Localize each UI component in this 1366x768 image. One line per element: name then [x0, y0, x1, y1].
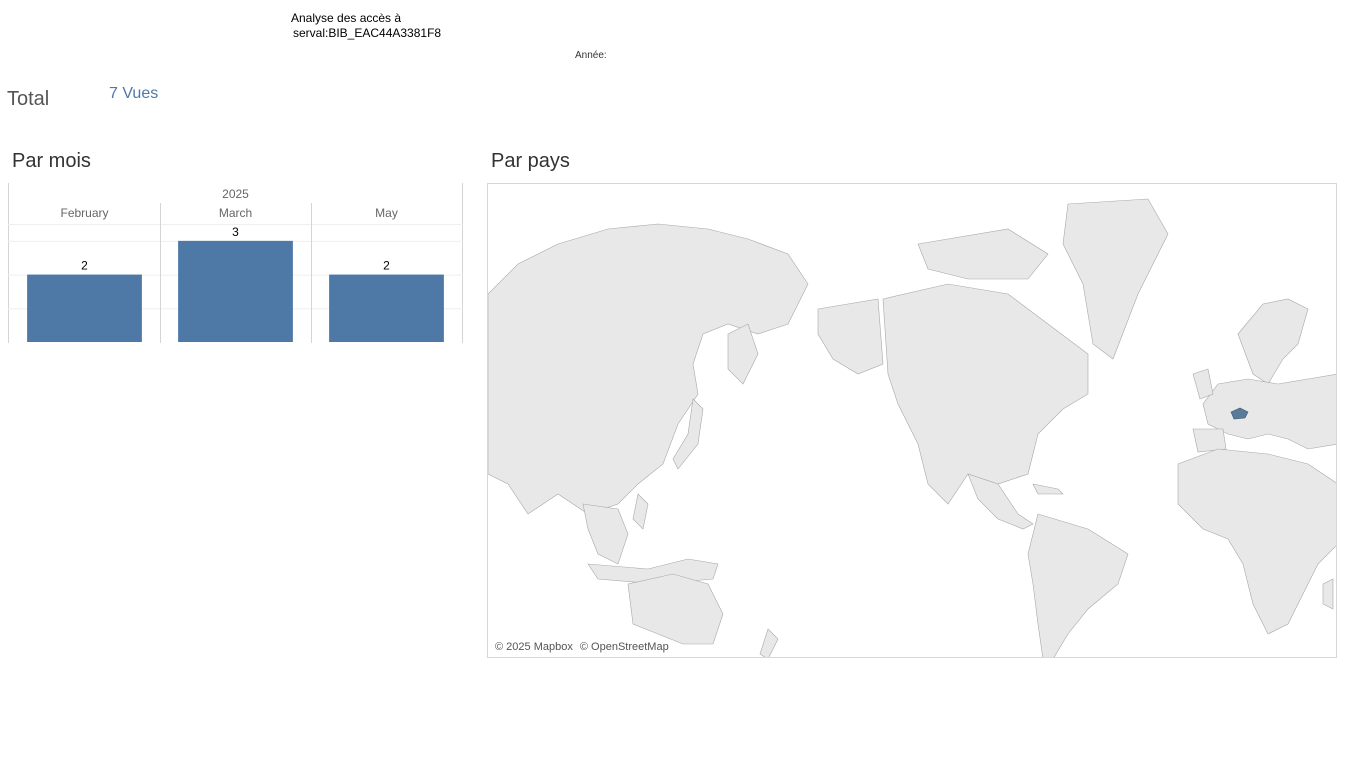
total-label: Total: [7, 88, 50, 110]
map-land-iberia: [1192, 428, 1227, 453]
chart-category-label: May: [375, 206, 398, 220]
map-land-caribbean: [1032, 483, 1064, 495]
map-land-north-america: [882, 283, 1089, 505]
page-title-line2: serval:BIB_EAC44A3381F8: [293, 26, 442, 40]
map-land-madagascar: [1322, 578, 1334, 610]
year-filter-label[interactable]: Année:: [575, 50, 607, 61]
map-land-alaska: [817, 298, 884, 375]
page-title-line1: Analyse des accès à: [291, 11, 402, 25]
mapbox-credit-link[interactable]: © 2025 Mapbox: [495, 641, 573, 653]
map-land-africa: [1177, 448, 1336, 635]
map-land-kamchatka: [727, 323, 759, 385]
map-land-uk: [1192, 368, 1214, 400]
by-country-title: Par pays: [491, 150, 570, 172]
total-views-value[interactable]: 7 Vues: [109, 85, 158, 103]
chart-data-label: 2: [81, 259, 88, 273]
by-month-title: Par mois: [12, 150, 91, 172]
world-map-svg[interactable]: [488, 184, 1337, 658]
map-land-canada-arctic: [917, 228, 1049, 280]
chart-bar[interactable]: [27, 274, 142, 342]
map-land-scandinavia: [1237, 298, 1309, 385]
chart-bar[interactable]: [178, 240, 293, 342]
chart-category-label: February: [60, 206, 108, 220]
map-land-australia: [627, 573, 724, 645]
chart-year-header: 2025: [222, 187, 249, 201]
monthly-bar-chart[interactable]: 2025 February 2 March 3 May 2: [8, 183, 463, 343]
map-land-seasia: [582, 503, 629, 565]
map-credit: © 2025 Mapbox © OpenStreetMap: [495, 641, 673, 653]
page-title: Analyse des accès à serval:BIB_EAC44A338…: [291, 11, 441, 41]
chart-data-label: 2: [383, 259, 390, 273]
map-land-philippines: [632, 493, 649, 530]
chart-data-label: 3: [232, 225, 239, 239]
bar-chart-svg[interactable]: 2025 February 2 March 3 May 2: [8, 183, 463, 343]
map-land-nz: [759, 628, 779, 657]
osm-credit-link[interactable]: © OpenStreetMap: [580, 641, 669, 653]
chart-category-label: March: [219, 206, 252, 220]
country-map[interactable]: © 2025 Mapbox © OpenStreetMap: [487, 183, 1337, 658]
map-land-asia: [488, 223, 809, 515]
chart-bar[interactable]: [329, 274, 444, 342]
map-land-south-america: [1027, 513, 1129, 657]
map-land-greenland: [1062, 198, 1169, 360]
